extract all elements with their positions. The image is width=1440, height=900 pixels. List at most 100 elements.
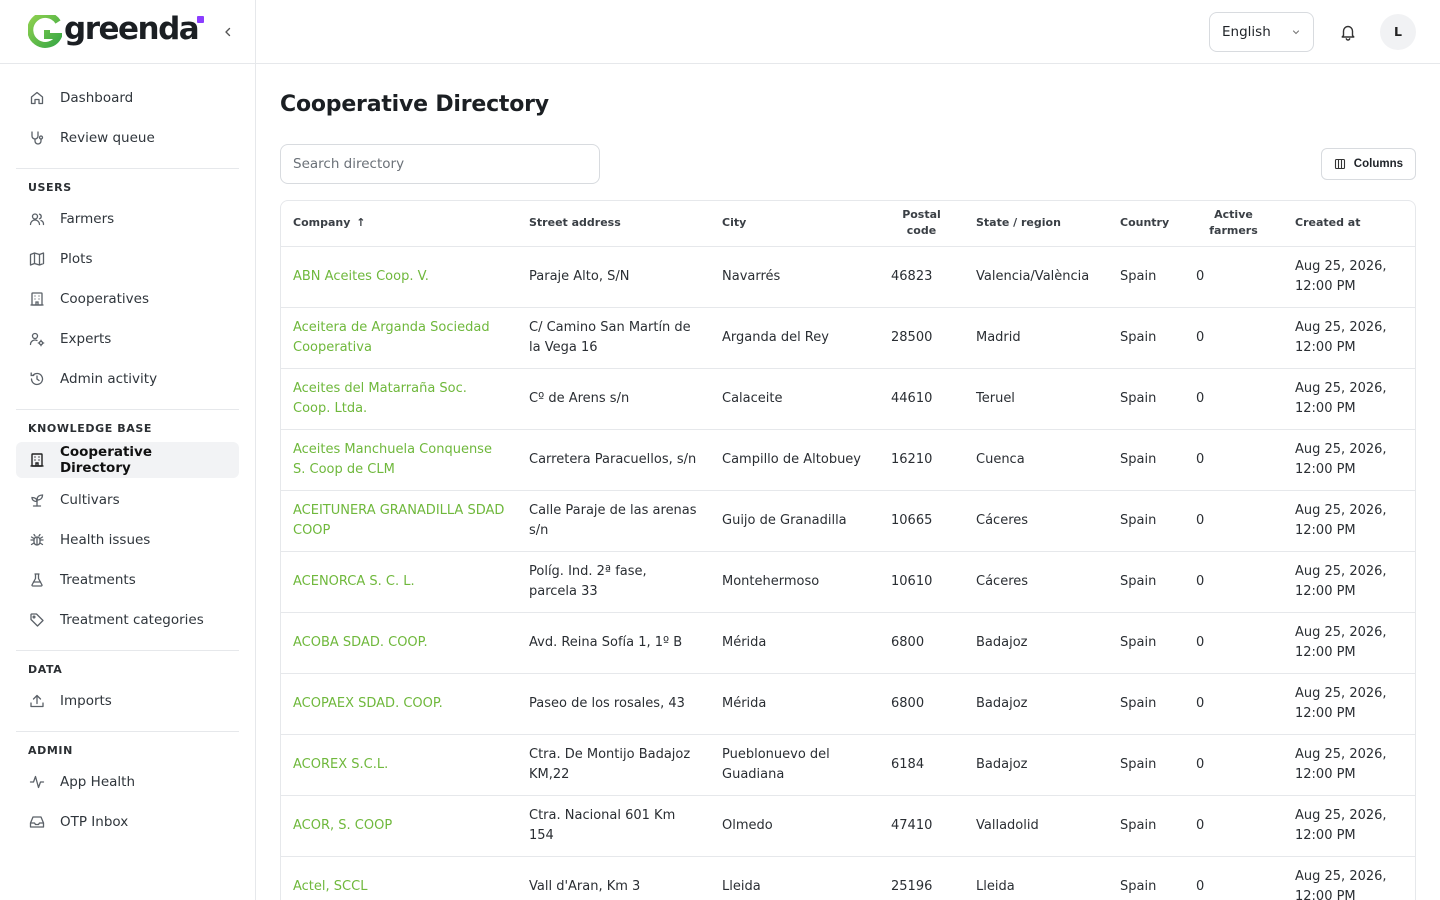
notifications-button[interactable] [1330, 14, 1366, 50]
sidebar-item-admin-activity[interactable]: Admin activity [16, 361, 239, 397]
search-input[interactable] [280, 144, 600, 184]
street-address-cell: Políg. Ind. 2ª fase, parcela 33 [517, 551, 710, 613]
collapse-sidebar-button[interactable] [218, 22, 238, 42]
brand-dot [197, 16, 204, 23]
directory-table: Company ↑ Street address City Postal cod… [280, 200, 1416, 900]
column-header-active-farmers[interactable]: Active farmers [1184, 201, 1283, 247]
sidebar-item-treatment-categories[interactable]: Treatment categories [16, 602, 239, 638]
street-address-cell: Ctra. De Montijo Badajoz KM,22 [517, 734, 710, 796]
columns-button[interactable]: Columns [1320, 148, 1416, 180]
greenda-logo-icon [27, 11, 64, 49]
state-region-cell: Cáceres [964, 551, 1108, 613]
toolbar: Columns [280, 144, 1416, 184]
main-content: Cooperative Directory Columns Company ↑ … [280, 64, 1416, 900]
sidebar: greenda Dashboard Review queue USERS Far… [0, 0, 256, 900]
sidebar-item-label: Experts [60, 331, 112, 347]
company-cell[interactable]: ABN Aceites Coop. V. [281, 246, 517, 308]
sidebar-item-cooperatives[interactable]: Cooperatives [16, 281, 239, 317]
country-cell: Spain [1108, 429, 1184, 491]
brand-name: greenda [64, 11, 200, 47]
city-cell: Mérida [710, 673, 879, 735]
postal-code-cell: 6184 [879, 734, 964, 796]
nav-group-users: USERS Farmers Plots Cooperatives Experts… [16, 181, 239, 410]
company-cell[interactable]: ACOR, S. COOP [281, 795, 517, 857]
company-cell[interactable]: ACOREX S.C.L. [281, 734, 517, 796]
table-row[interactable]: ACOR, S. COOP Ctra. Nacional 601 Km 154 Ol… [281, 795, 1415, 857]
created-at-cell: Aug 25, 2026, 12:00 PM [1283, 673, 1415, 735]
street-address-cell: Carretera Paracuellos, s/n [517, 429, 710, 491]
language-select[interactable]: English [1209, 11, 1314, 52]
active-farmers-cell: 0 [1184, 246, 1283, 308]
company-cell[interactable]: ACOBA SDAD. COOP. [281, 612, 517, 674]
avatar[interactable]: L [1380, 13, 1416, 50]
sidebar-item-label: Treatment categories [60, 612, 204, 628]
chevron-left-icon [225, 27, 231, 37]
column-header-street-address[interactable]: Street address [517, 201, 710, 247]
table-row[interactable]: ABN Aceites Coop. V. Paraje Alto, S/N Nava… [281, 246, 1415, 308]
state-region-cell: Valencia/València [964, 246, 1108, 308]
chevron-down-icon [1292, 29, 1300, 34]
sidebar-item-dashboard[interactable]: Dashboard [16, 80, 239, 116]
company-cell[interactable]: ACENORCA S. C. L. [281, 551, 517, 613]
created-at-cell: Aug 25, 2026, 12:00 PM [1283, 795, 1415, 857]
company-cell[interactable]: Actel, SCCL [281, 856, 517, 900]
table-row[interactable]: Actel, SCCL Vall d'Aran, Km 3 Lleida 25196 L… [281, 856, 1415, 900]
sidebar-item-experts[interactable]: Experts [16, 321, 239, 357]
country-cell: Spain [1108, 734, 1184, 796]
city-cell: Mérida [710, 612, 879, 674]
map-icon [28, 250, 46, 268]
flask-icon [28, 571, 46, 589]
sidebar-item-otp-inbox[interactable]: OTP Inbox [16, 804, 239, 840]
company-cell[interactable]: ACEITUNERA GRANADILLA SDAD COOP [281, 490, 517, 552]
sidebar-item-health-issues[interactable]: Health issues [16, 522, 239, 558]
column-header-state-region[interactable]: State / region [964, 201, 1108, 247]
table-row[interactable]: ACENORCA S. C. L. Políg. Ind. 2ª fase, pa… [281, 551, 1415, 613]
sidebar-item-cultivars[interactable]: Cultivars [16, 482, 239, 518]
inbox-icon [28, 813, 46, 831]
sidebar-item-review-queue[interactable]: Review queue [16, 120, 239, 156]
company-cell[interactable]: Aceites Manchuela Conquense S. Coop de C… [281, 429, 517, 491]
sidebar-item-label: Cultivars [60, 492, 120, 508]
sidebar-item-plots[interactable]: Plots [16, 241, 239, 277]
sidebar-item-label: OTP Inbox [60, 814, 129, 830]
building-icon [28, 451, 46, 469]
column-header-company[interactable]: Company ↑ [281, 201, 517, 247]
active-farmers-cell: 0 [1184, 490, 1283, 552]
company-cell[interactable]: ACOPAEX SDAD. COOP. [281, 673, 517, 735]
column-header-country[interactable]: Country [1108, 201, 1184, 247]
created-at-cell: Aug 25, 2026, 12:00 PM [1283, 246, 1415, 308]
column-header-created-at[interactable]: Created at [1283, 201, 1415, 247]
table-row[interactable]: ACOBA SDAD. COOP. Avd. Reina Sofía 1, 1º … [281, 612, 1415, 674]
sidebar-item-app-health[interactable]: App Health [16, 764, 239, 800]
state-region-cell: Badajoz [964, 612, 1108, 674]
table-row[interactable]: ACEITUNERA GRANADILLA SDAD COOP Calle Par… [281, 490, 1415, 552]
table-row[interactable]: ACOPAEX SDAD. COOP. Paseo de los rosales,… [281, 673, 1415, 735]
company-cell[interactable]: Aceites del Matarraña Soc. Coop. Ltda. [281, 368, 517, 430]
bell-icon [1341, 25, 1355, 41]
street-address-cell: Paseo de los rosales, 43 [517, 673, 710, 735]
table-row[interactable]: Aceitera de Arganda Sociedad Cooperativa… [281, 307, 1415, 369]
active-farmers-cell: 0 [1184, 673, 1283, 735]
sidebar-item-treatments[interactable]: Treatments [16, 562, 239, 598]
active-farmers-cell: 0 [1184, 612, 1283, 674]
postal-code-cell: 44610 [879, 368, 964, 430]
sidebar-item-cooperative-directory[interactable]: Cooperative Directory [16, 442, 239, 478]
nav-section-title: DATA [28, 663, 63, 676]
company-cell[interactable]: Aceitera de Arganda Sociedad Cooperativa [281, 307, 517, 369]
sidebar-item-label: Review queue [60, 130, 155, 146]
columns-button-label: Columns [1353, 158, 1403, 170]
page-title: Cooperative Directory [280, 92, 549, 117]
state-region-cell: Teruel [964, 368, 1108, 430]
sidebar-item-label: Treatments [60, 572, 136, 588]
country-cell: Spain [1108, 795, 1184, 857]
table-row[interactable]: ACOREX S.C.L. Ctra. De Montijo Badajoz KM… [281, 734, 1415, 796]
table-row[interactable]: Aceites Manchuela Conquense S. Coop de C… [281, 429, 1415, 491]
sidebar-item-farmers[interactable]: Farmers [16, 201, 239, 237]
table-row[interactable]: Aceites del Matarraña Soc. Coop. Ltda. Cº… [281, 368, 1415, 430]
sidebar-item-imports[interactable]: Imports [16, 683, 239, 719]
sidebar-item-label: App Health [60, 774, 135, 790]
column-header-postal-code[interactable]: Postal code [879, 201, 964, 247]
postal-code-cell: 47410 [879, 795, 964, 857]
column-header-city[interactable]: City [710, 201, 879, 247]
sidebar-nav: Dashboard Review queue USERS Farmers Plo… [0, 64, 255, 852]
